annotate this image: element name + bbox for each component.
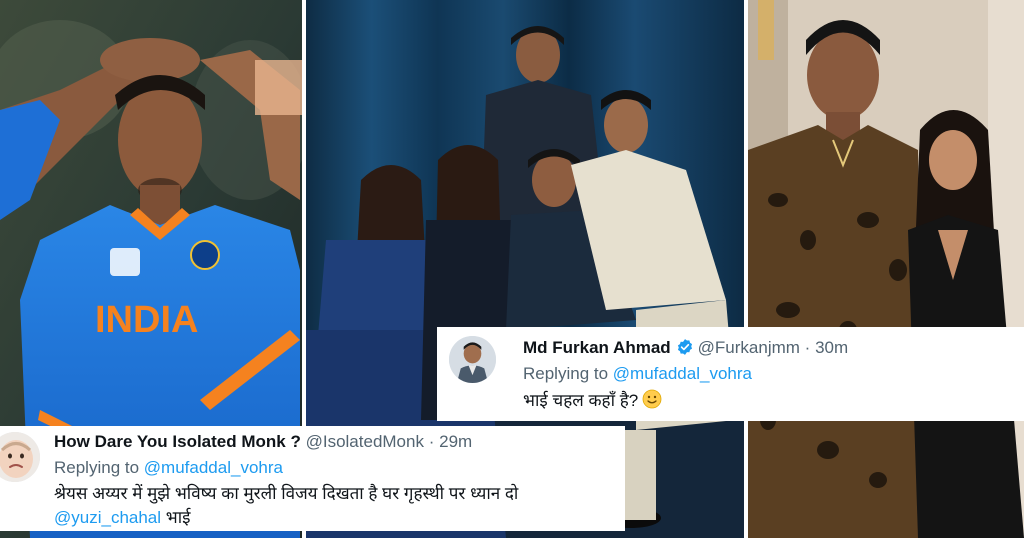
- tweet-mention-yuzi[interactable]: @yuzi_chahal: [54, 508, 161, 527]
- photo-couple: [748, 0, 1024, 538]
- tweet-author-handle[interactable]: @Furkanjmm: [698, 338, 800, 357]
- separator-dot: ·: [804, 338, 811, 357]
- tweet-timestamp[interactable]: 29m: [439, 432, 472, 451]
- tweet-author-handle[interactable]: @IsolatedMonk: [306, 432, 424, 451]
- jersey-text: INDIA: [95, 299, 198, 341]
- replying-to-handle[interactable]: @mufaddal_vohra: [144, 458, 283, 477]
- avatar[interactable]: [449, 336, 496, 383]
- smiling-face-icon: [642, 389, 662, 415]
- tweet-author-name[interactable]: How Dare You Isolated Monk ?: [54, 432, 301, 451]
- replying-to-label: Replying to: [523, 364, 609, 383]
- avatar[interactable]: [0, 432, 40, 482]
- tweet-card-isolatedmonk[interactable]: How Dare You Isolated Monk ? @IsolatedMo…: [0, 426, 625, 531]
- replying-to-label: Replying to: [54, 458, 140, 477]
- tweet-timestamp[interactable]: 30m: [815, 338, 848, 357]
- replying-to-handle[interactable]: @mufaddal_vohra: [613, 364, 752, 383]
- tweet-card-furkan[interactable]: Md Furkan Ahmad @Furkanjmm · 30m Replying…: [437, 327, 1024, 421]
- separator-dot: ·: [428, 432, 435, 451]
- tweet-text-line2: भाई: [165, 508, 191, 527]
- verified-badge-icon: [676, 338, 694, 362]
- tweet-author-name[interactable]: Md Furkan Ahmad: [523, 338, 671, 357]
- tweet-text-line1: श्रेयस अय्यर में मुझे भविष्य का मुरली वि…: [54, 484, 519, 503]
- tweet-text: भाई चहल कहाँ है?: [523, 391, 639, 410]
